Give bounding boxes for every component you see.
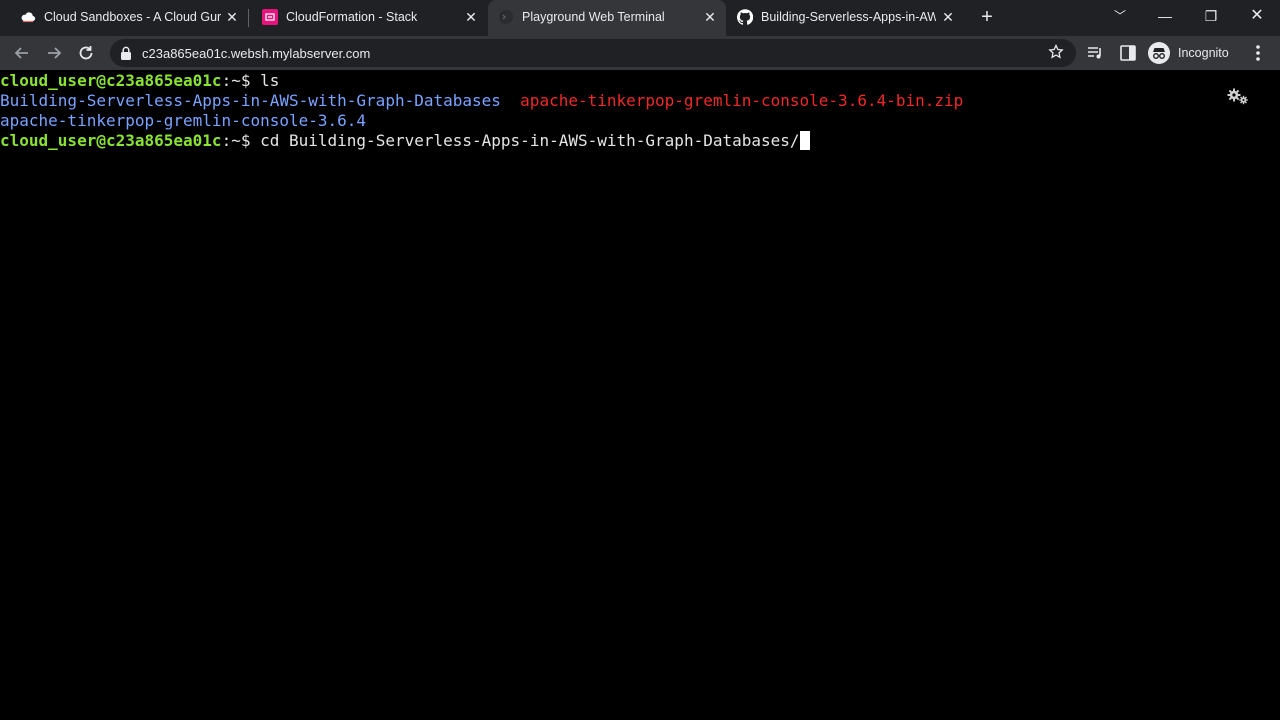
directory-entry: Building-Serverless-Apps-in-AWS-with-Gra… [0, 91, 501, 110]
terminal-cursor [799, 131, 810, 150]
bookmark-star-icon[interactable] [1048, 44, 1064, 60]
address-bar[interactable]: c23a865ea01c.websh.mylabserver.com [110, 39, 1076, 67]
directory-entry: apache-tinkerpop-gremlin-console-3.6.4 [0, 111, 367, 130]
reload-button[interactable] [75, 42, 97, 64]
cloudformation-icon [262, 9, 278, 25]
lock-icon[interactable] [120, 46, 132, 60]
terminal-icon [499, 10, 513, 24]
tab-strip: Cloud Sandboxes - A Cloud Guru ✕ CloudFo… [0, 0, 1280, 36]
close-tab-icon[interactable]: ✕ [940, 9, 956, 25]
reload-icon [79, 46, 93, 60]
command-input-text[interactable]: cd Building-Serverless-Apps-in-AWS-with-… [260, 131, 799, 150]
tab-search-chevron-icon[interactable]: ﹀ [1097, 0, 1143, 34]
minimize-button[interactable]: — [1142, 0, 1188, 34]
prompt-path: :~$ [221, 71, 261, 90]
tab-title: Building-Serverless-Apps-in-AWS-with-Gra… [761, 10, 936, 24]
browser-toolbar: c23a865ea01c.websh.mylabserver.com Incog… [0, 36, 1280, 70]
back-button[interactable] [11, 42, 33, 64]
cloud-icon [21, 12, 36, 23]
web-terminal[interactable]: cloud_user@c23a865ea01c:~$ ls Building-S… [0, 70, 1280, 720]
restore-button[interactable]: ❐ [1188, 0, 1234, 34]
tab-playground-web-terminal[interactable]: Playground Web Terminal ✕ [488, 0, 726, 36]
more-menu-icon[interactable] [1250, 43, 1266, 63]
terminal-line: cloud_user@c23a865ea01c:~$ cd Building-S… [0, 131, 810, 151]
settings-gears-icon[interactable] [1226, 86, 1250, 106]
terminal-line: cloud_user@c23a865ea01c:~$ ls [0, 71, 279, 91]
tab-title: CloudFormation - Stack [286, 10, 418, 24]
prompt-path: :~$ [221, 131, 261, 150]
new-tab-button[interactable]: + [977, 7, 997, 27]
prompt-user-host: cloud_user@c23a865ea01c [0, 131, 222, 150]
url-text: c23a865ea01c.websh.mylabserver.com [142, 46, 371, 61]
tab-title: Playground Web Terminal [522, 10, 665, 24]
forward-button[interactable] [43, 42, 65, 64]
incognito-label: Incognito [1178, 46, 1229, 60]
command-text: ls [260, 71, 280, 90]
tab-github-repo[interactable]: Building-Serverless-Apps-in-AWS-with-Gra… [728, 0, 964, 34]
tab-separator [248, 9, 249, 27]
close-tab-icon[interactable]: ✕ [224, 9, 240, 25]
incognito-profile-button[interactable]: Incognito [1148, 42, 1229, 64]
media-controls-icon[interactable] [1086, 44, 1104, 62]
incognito-icon [1148, 42, 1170, 64]
close-window-button[interactable]: ✕ [1234, 0, 1280, 34]
github-icon [737, 9, 753, 25]
close-tab-icon[interactable]: ✕ [463, 9, 479, 25]
prompt-user-host: cloud_user@c23a865ea01c [0, 71, 222, 90]
forward-arrow-icon [48, 47, 62, 59]
tab-cloudformation[interactable]: CloudFormation - Stack ✕ [250, 0, 486, 34]
side-panel-icon[interactable] [1119, 44, 1137, 62]
terminal-line: apache-tinkerpop-gremlin-console-3.6.4 [0, 111, 366, 131]
close-tab-icon[interactable]: ✕ [702, 9, 718, 25]
back-arrow-icon [14, 47, 28, 59]
tab-cloud-sandboxes[interactable]: Cloud Sandboxes - A Cloud Guru ✕ [8, 0, 246, 34]
tab-title: Cloud Sandboxes - A Cloud Guru [44, 10, 222, 24]
archive-entry: apache-tinkerpop-gremlin-console-3.6.4-b… [520, 91, 964, 110]
terminal-line: Building-Serverless-Apps-in-AWS-with-Gra… [0, 91, 963, 111]
